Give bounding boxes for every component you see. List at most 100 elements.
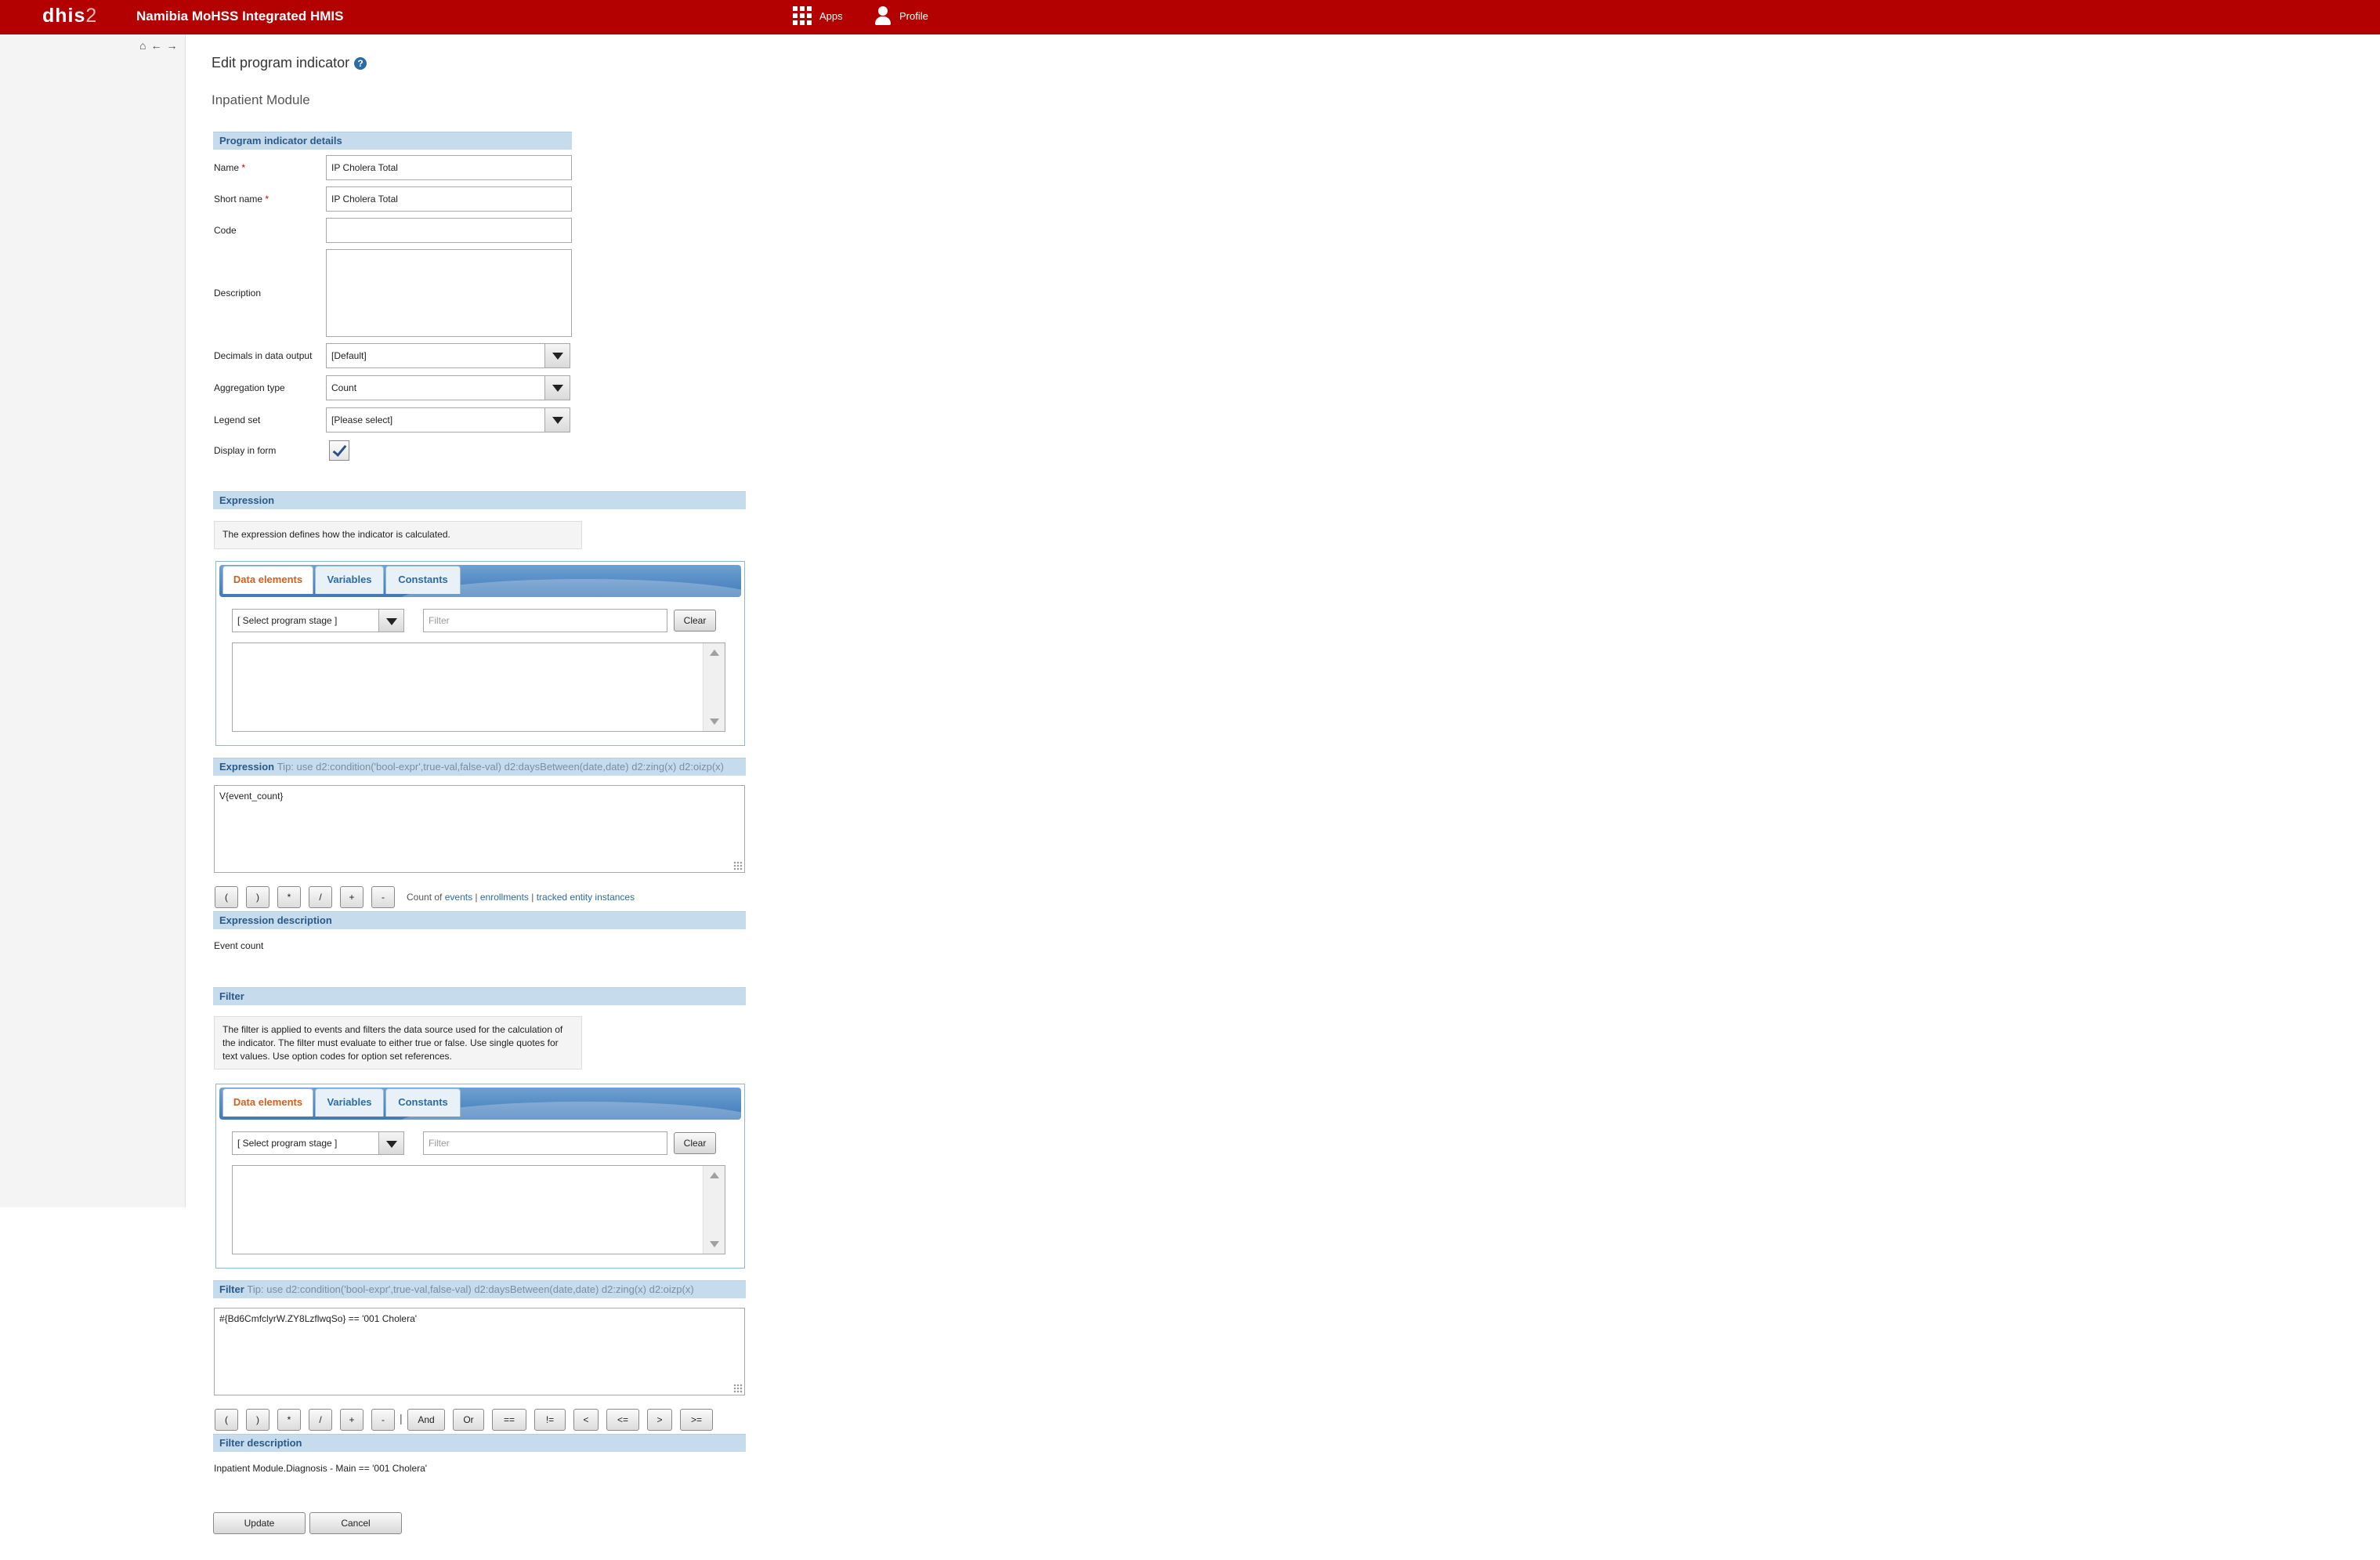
tab-variables[interactable]: Variables [315, 1088, 384, 1117]
tab-data-elements[interactable]: Data elements [222, 1088, 313, 1117]
decimals-select[interactable]: [Default] [326, 343, 570, 368]
count-of-text: Count of events | enrollments | tracked … [407, 892, 635, 903]
description-label: Description [214, 288, 262, 299]
filter-tab-panel: Data elements Variables Constants [ Sele… [215, 1084, 745, 1269]
tab-variables[interactable]: Variables [315, 566, 384, 594]
op-minus-button[interactable]: - [371, 886, 395, 908]
code-label: Code [214, 225, 237, 236]
scroll-down-icon[interactable] [710, 718, 719, 725]
expression-info-box: The expression defines how the indicator… [214, 521, 582, 549]
op-plus-button[interactable]: + [340, 1409, 364, 1431]
op-and-button[interactable]: And [407, 1409, 445, 1431]
scroll-up-icon[interactable] [710, 1172, 719, 1178]
tab-data-elements[interactable]: Data elements [222, 566, 313, 594]
site-title: Namibia MoHSS Integrated HMIS [136, 9, 344, 24]
enrollments-link[interactable]: enrollments [480, 892, 529, 903]
op-close-paren-button[interactable]: ) [246, 1409, 269, 1431]
name-input[interactable] [326, 155, 572, 180]
legend-set-label: Legend set [214, 414, 261, 425]
op-less-equal-button[interactable]: <= [606, 1409, 639, 1431]
expression-data-elements-list[interactable] [232, 642, 725, 732]
decimals-label: Decimals in data output [214, 350, 313, 361]
expression-textarea[interactable]: V{event_count} [214, 785, 745, 873]
op-divide-button[interactable]: / [309, 886, 332, 908]
op-greater-equal-button[interactable]: >= [680, 1409, 713, 1431]
operator-separator: | [400, 1412, 403, 1424]
expression-filter-input[interactable]: Filter [423, 609, 667, 632]
op-minus-button[interactable]: - [371, 1409, 395, 1431]
filter-data-elements-list[interactable] [232, 1165, 725, 1254]
filter-filter-input[interactable]: Filter [423, 1131, 667, 1155]
display-in-form-checkbox[interactable] [329, 440, 349, 461]
apps-grid-icon [793, 6, 812, 25]
program-name: Inpatient Module [212, 92, 310, 107]
forward-arrow-icon[interactable]: → [166, 39, 177, 52]
chevron-down-icon [544, 376, 570, 400]
expression-description-value: Event count [214, 940, 264, 951]
expression-description-header: Expression description [213, 911, 746, 929]
user-icon [874, 6, 892, 25]
home-icon[interactable]: ⌂ [139, 39, 146, 52]
op-open-paren-button[interactable]: ( [215, 1409, 238, 1431]
expression-program-stage-select[interactable]: [ Select program stage ] [232, 609, 404, 632]
aggregation-type-select[interactable]: Count [326, 375, 570, 400]
filter-description-value: Inpatient Module.Diagnosis - Main == '00… [214, 1463, 428, 1474]
name-label: Name * [214, 162, 246, 173]
op-or-button[interactable]: Or [453, 1409, 484, 1431]
list-scrollbar[interactable] [703, 643, 725, 731]
filter-editor-header: Filter Tip: use d2:condition('bool-expr'… [213, 1280, 746, 1298]
update-button[interactable]: Update [213, 1512, 306, 1534]
page-title: Edit program indicator ? [212, 55, 367, 71]
chevron-down-icon [378, 610, 403, 632]
details-section-header: Program indicator details [213, 132, 572, 150]
filter-info-box: The filter is applied to events and filt… [214, 1016, 582, 1070]
op-multiply-button[interactable]: * [277, 1409, 301, 1431]
resize-grip-icon[interactable] [733, 1384, 743, 1393]
filter-program-stage-select[interactable]: [ Select program stage ] [232, 1131, 404, 1155]
op-open-paren-button[interactable]: ( [215, 886, 238, 908]
op-greater-than-button[interactable]: > [647, 1409, 672, 1431]
op-equals-button[interactable]: == [492, 1409, 526, 1431]
filter-section-header: Filter [213, 987, 746, 1005]
short-name-label: Short name * [214, 194, 269, 205]
short-name-input[interactable] [326, 186, 572, 212]
back-arrow-icon[interactable]: ← [150, 39, 161, 52]
aggregation-type-label: Aggregation type [214, 382, 285, 393]
nav-icons: ⌂ ← → [139, 39, 177, 52]
filter-textarea[interactable]: #{Bd6CmfclyrW.ZY8LzflwqSo} == '001 Chole… [214, 1308, 745, 1395]
op-multiply-button[interactable]: * [277, 886, 301, 908]
op-less-than-button[interactable]: < [573, 1409, 599, 1431]
op-divide-button[interactable]: / [309, 1409, 332, 1431]
filter-description-header: Filter description [213, 1434, 746, 1452]
apps-button[interactable]: Apps [793, 6, 843, 25]
chevron-down-icon [378, 1132, 403, 1154]
expression-clear-button[interactable]: Clear [674, 610, 716, 632]
legend-set-select[interactable]: [Please select] [326, 407, 570, 433]
display-in-form-label: Display in form [214, 445, 277, 456]
tab-constants[interactable]: Constants [385, 566, 461, 594]
description-textarea[interactable] [326, 249, 572, 337]
list-scrollbar[interactable] [703, 1166, 725, 1254]
op-not-equals-button[interactable]: != [534, 1409, 566, 1431]
chevron-down-icon [544, 408, 570, 432]
help-icon[interactable]: ? [354, 56, 367, 70]
dhis2-logo[interactable]: dhis2 [42, 5, 97, 27]
expression-editor-header: Expression Tip: use d2:condition('bool-e… [213, 758, 746, 776]
filter-clear-button[interactable]: Clear [674, 1132, 716, 1154]
scroll-down-icon[interactable] [710, 1241, 719, 1247]
left-sidebar: ⌂ ← → [0, 34, 186, 1207]
resize-grip-icon[interactable] [733, 861, 743, 870]
profile-button[interactable]: Profile [874, 6, 928, 25]
op-plus-button[interactable]: + [340, 886, 364, 908]
expression-tab-panel: Data elements Variables Constants [ Sele… [215, 561, 745, 746]
op-close-paren-button[interactable]: ) [246, 886, 269, 908]
tracked-entity-instances-link[interactable]: tracked entity instances [537, 892, 635, 903]
code-input[interactable] [326, 218, 572, 243]
top-header: dhis2 Namibia MoHSS Integrated HMIS Apps… [0, 0, 2380, 34]
cancel-button[interactable]: Cancel [309, 1512, 402, 1534]
expression-section-header: Expression [213, 491, 746, 509]
scroll-up-icon[interactable] [710, 650, 719, 656]
tab-constants[interactable]: Constants [385, 1088, 461, 1117]
profile-label: Profile [899, 9, 928, 22]
events-link[interactable]: events [445, 892, 472, 903]
